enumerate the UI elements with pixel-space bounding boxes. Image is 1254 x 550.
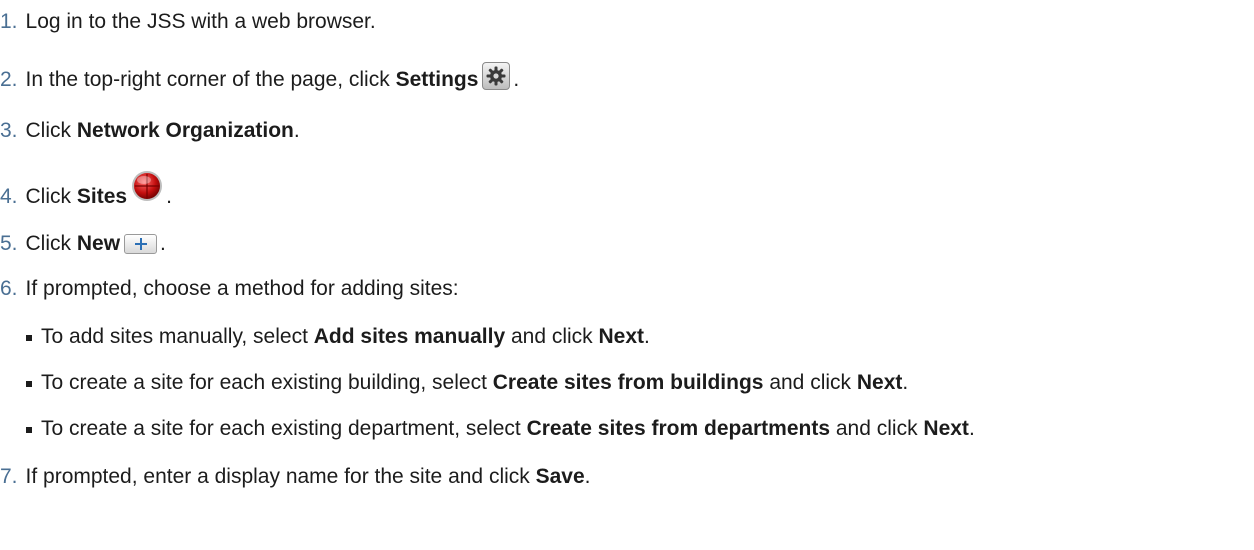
step-7: 7. If prompted, enter a display name for… [0, 462, 591, 492]
step-number: 3. [0, 119, 18, 142]
step-1: 1. Log in to the JSS with a web browser. [0, 7, 376, 37]
bullet [26, 427, 32, 433]
step-punct: . [166, 184, 172, 208]
step-punct: . [584, 465, 591, 488]
create-sites-from-buildings-label: Create sites from buildings [492, 371, 764, 394]
step-text: Click [25, 232, 77, 255]
network-organization-label: Network Organization [76, 119, 294, 142]
substep-text: and click [763, 371, 857, 394]
substep-punct: . [644, 325, 650, 348]
step-text: Click [25, 119, 77, 142]
step-5: 5. Click New . [0, 229, 166, 259]
substep-3: To create a site for each existing depar… [26, 414, 975, 444]
step-3: 3. Click Network Organization . [0, 116, 300, 146]
step-text: If prompted, choose a method for adding … [25, 277, 459, 300]
substep-text: and click [830, 417, 924, 440]
substep-1: To add sites manually, select Add sites … [26, 322, 650, 352]
next-label: Next [598, 325, 645, 348]
step-number: 5. [0, 232, 18, 255]
step-punct: . [513, 68, 520, 91]
plus-icon [124, 234, 158, 254]
step-number: 4. [0, 184, 18, 208]
substep-text: To create a site for each existing depar… [41, 417, 527, 440]
step-6: 6. If prompted, choose a method for addi… [0, 274, 459, 304]
settings-label: Settings [395, 68, 479, 91]
substep-punct: . [902, 371, 909, 394]
instructions-page: 1. Log in to the JSS with a web browser.… [0, 0, 1254, 550]
add-sites-manually-label: Add sites manually [313, 325, 506, 348]
step-number: 1. [0, 10, 18, 33]
bullet [26, 335, 32, 341]
step-text: In the top-right corner of the page, cli… [25, 68, 396, 91]
substep-2: To create a site for each existing build… [26, 368, 908, 398]
step-punct: . [293, 119, 300, 142]
next-label: Next [856, 371, 903, 394]
step-text: Log in to the JSS with a web browser. [25, 10, 376, 33]
bullet [26, 381, 32, 387]
sites-target-icon [131, 170, 163, 211]
step-number: 2. [0, 68, 18, 91]
gear-icon [482, 62, 511, 90]
next-label: Next [923, 417, 969, 440]
step-2: 2. In the top-right corner of the page, … [0, 62, 520, 95]
step-text: If prompted, enter a display name for th… [25, 465, 536, 488]
step-4: 4. Click Sites . [0, 171, 172, 217]
substep-text: and click [505, 325, 599, 348]
step-text: Click [25, 184, 77, 208]
step-number: 6. [0, 277, 18, 300]
sites-label: Sites [76, 184, 128, 208]
create-sites-from-departments-label: Create sites from departments [526, 417, 831, 440]
new-label: New [76, 232, 121, 255]
substep-punct: . [968, 417, 975, 440]
substep-text: To add sites manually, select [41, 325, 314, 348]
save-label: Save [535, 465, 585, 488]
substep-text: To create a site for each existing build… [41, 371, 493, 394]
step-number: 7. [0, 465, 18, 488]
step-punct: . [160, 232, 166, 255]
